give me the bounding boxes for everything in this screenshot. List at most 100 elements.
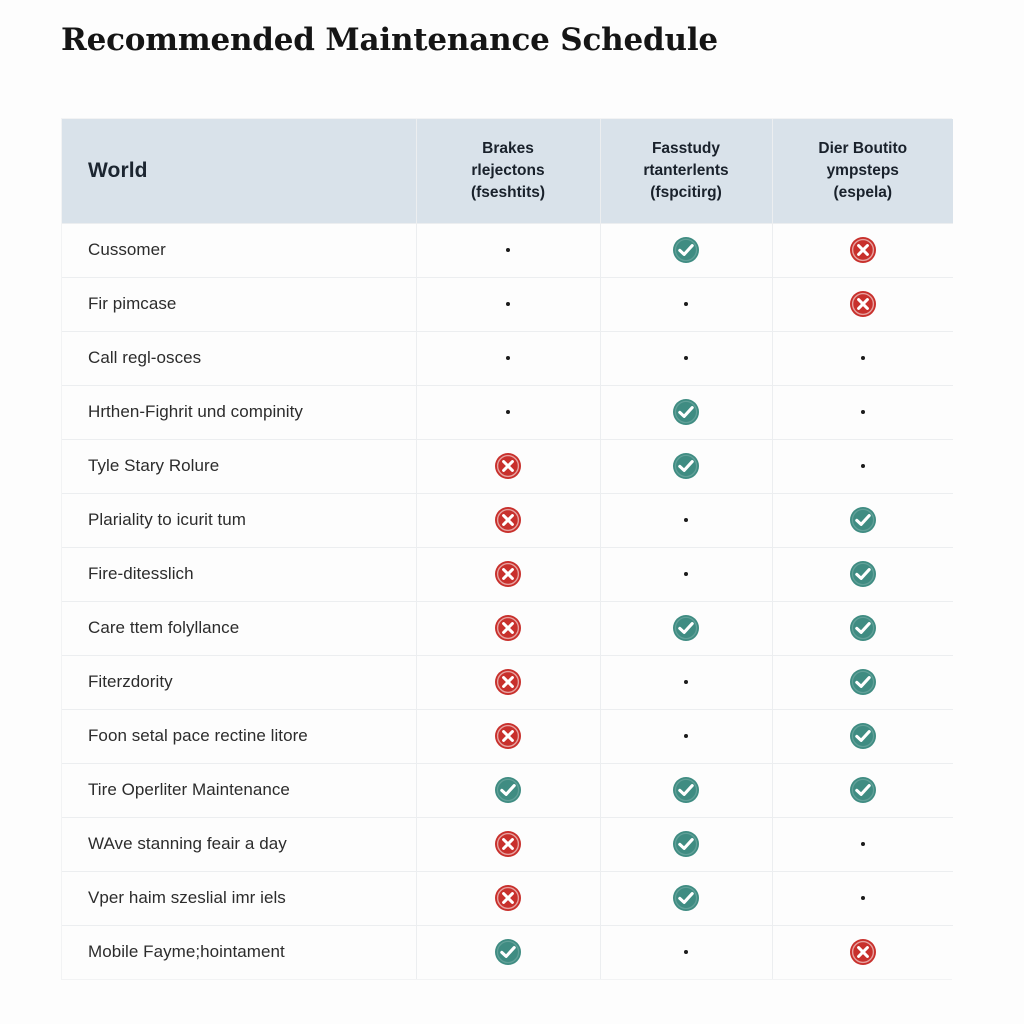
- cell-dier-boutito[interactable]: [772, 817, 953, 872]
- table-row[interactable]: WAve stanning feair a day: [62, 817, 953, 872]
- cell-fasstudy[interactable]: [600, 655, 773, 710]
- row-label: Foon setal pace rectine litore: [62, 709, 417, 764]
- cell-fasstudy[interactable]: [600, 709, 773, 764]
- cell-dier-boutito[interactable]: [772, 709, 953, 764]
- cell-dier-boutito[interactable]: [772, 601, 953, 656]
- row-label: WAve stanning feair a day: [62, 817, 417, 872]
- row-label: Vper haim szeslial imr iels: [62, 871, 417, 926]
- column-header-dier-boutito[interactable]: Dier Boutito ympsteps (espela): [772, 119, 953, 224]
- cell-brakes[interactable]: [416, 601, 601, 656]
- cell-dier-boutito[interactable]: [772, 547, 953, 602]
- cell-brakes[interactable]: [416, 493, 601, 548]
- table-row[interactable]: Cussomer: [62, 223, 953, 278]
- dot-glyph: [860, 355, 865, 360]
- check-circle-icon: [672, 398, 700, 426]
- check-circle-icon: [849, 560, 877, 588]
- cell-fasstudy[interactable]: [600, 331, 773, 386]
- cell-dier-boutito[interactable]: [772, 925, 953, 979]
- page-title: Recommended Maintenance Schedule: [61, 22, 718, 58]
- cross-circle-icon: [494, 884, 522, 912]
- dot-glyph: [860, 463, 865, 468]
- column-header-fasstudy[interactable]: Fasstudy rtanterlents (fspcitirg): [600, 119, 773, 224]
- cell-brakes[interactable]: [416, 871, 601, 926]
- check-circle-icon: [672, 236, 700, 264]
- dot-glyph: [684, 733, 688, 738]
- dot-glyph: [684, 517, 688, 522]
- check-circle-icon: [849, 506, 877, 534]
- column-header-world[interactable]: World: [62, 119, 417, 224]
- cell-fasstudy[interactable]: [600, 385, 773, 440]
- column-header-fasstudy-line-1: Fasstudy: [651, 139, 721, 157]
- column-header-brakes-line-3: (fseshtits): [470, 183, 546, 201]
- column-header-brakes-line-2: rlejectons: [471, 161, 545, 179]
- table-row[interactable]: Fir pimcase: [62, 277, 953, 332]
- cell-fasstudy[interactable]: [600, 601, 773, 656]
- cell-fasstudy[interactable]: [600, 871, 773, 926]
- table-row[interactable]: Care ttem folyllance: [62, 601, 953, 656]
- cell-fasstudy[interactable]: [600, 223, 773, 278]
- dot-glyph: [684, 950, 688, 955]
- cell-brakes[interactable]: [416, 331, 601, 386]
- row-label: Tyle Stary Rolure: [62, 439, 417, 494]
- dot-icon: [860, 463, 865, 468]
- cell-dier-boutito[interactable]: [772, 385, 953, 440]
- row-label: Mobile Fayme;hointament: [62, 925, 417, 979]
- column-header-dier-boutito-line-1: Dier Boutito: [818, 139, 908, 157]
- cross-circle-icon: [849, 938, 877, 966]
- cell-fasstudy[interactable]: [600, 763, 773, 818]
- dot-icon: [506, 301, 510, 306]
- table-row[interactable]: Tyle Stary Rolure: [62, 439, 953, 494]
- row-label: Care ttem folyllance: [62, 601, 417, 656]
- dot-icon: [506, 355, 510, 360]
- dot-glyph: [860, 841, 865, 846]
- cell-dier-boutito[interactable]: [772, 331, 953, 386]
- cell-brakes[interactable]: [416, 385, 601, 440]
- cell-fasstudy[interactable]: [600, 493, 773, 548]
- cell-brakes[interactable]: [416, 439, 601, 494]
- cell-fasstudy[interactable]: [600, 439, 773, 494]
- table-header: World Brakes rlejectons (fseshtits) Fass…: [62, 119, 953, 224]
- maintenance-schedule-table: World Brakes rlejectons (fseshtits) Fass…: [62, 119, 953, 979]
- cell-brakes[interactable]: [416, 223, 601, 278]
- cell-fasstudy[interactable]: [600, 925, 773, 979]
- table-row[interactable]: Vper haim szeslial imr iels: [62, 871, 953, 926]
- cell-dier-boutito[interactable]: [772, 277, 953, 332]
- row-label: Fir pimcase: [62, 277, 417, 332]
- cell-dier-boutito[interactable]: [772, 223, 953, 278]
- column-header-fasstudy-line-2: rtanterlents: [643, 161, 729, 179]
- cell-brakes[interactable]: [416, 709, 601, 764]
- schedule-page: Recommended Maintenance Schedule World B…: [0, 0, 1024, 1024]
- check-circle-icon: [849, 722, 877, 750]
- dot-glyph: [506, 409, 510, 414]
- table-row[interactable]: Foon setal pace rectine litore: [62, 709, 953, 764]
- cell-fasstudy[interactable]: [600, 277, 773, 332]
- table-row[interactable]: Fiterzdority: [62, 655, 953, 710]
- cell-dier-boutito[interactable]: [772, 439, 953, 494]
- table-row[interactable]: Call regl-osces: [62, 331, 953, 386]
- cell-brakes[interactable]: [416, 817, 601, 872]
- cell-fasstudy[interactable]: [600, 817, 773, 872]
- table-row[interactable]: Fire-ditesslich: [62, 547, 953, 602]
- cell-brakes[interactable]: [416, 925, 601, 979]
- dot-icon: [684, 733, 688, 738]
- cell-brakes[interactable]: [416, 277, 601, 332]
- table-row[interactable]: Plariality to icurit tum: [62, 493, 953, 548]
- cross-circle-icon: [494, 668, 522, 696]
- cell-dier-boutito[interactable]: [772, 655, 953, 710]
- column-header-brakes[interactable]: Brakes rlejectons (fseshtits): [416, 119, 601, 224]
- dot-glyph: [684, 571, 688, 576]
- cell-dier-boutito[interactable]: [772, 493, 953, 548]
- cell-dier-boutito[interactable]: [772, 763, 953, 818]
- cell-brakes[interactable]: [416, 763, 601, 818]
- maintenance-schedule-table-wrapper: World Brakes rlejectons (fseshtits) Fass…: [61, 118, 953, 980]
- cell-brakes[interactable]: [416, 547, 601, 602]
- table-row[interactable]: Hrthen-Fighrit und compinity: [62, 385, 953, 440]
- row-label: Tire Operliter Maintenance: [62, 763, 417, 818]
- row-label: Fiterzdority: [62, 655, 417, 710]
- table-row[interactable]: Tire Operliter Maintenance: [62, 763, 953, 818]
- cell-fasstudy[interactable]: [600, 547, 773, 602]
- cell-brakes[interactable]: [416, 655, 601, 710]
- cell-dier-boutito[interactable]: [772, 871, 953, 926]
- table-row[interactable]: Mobile Fayme;hointament: [62, 925, 953, 979]
- dot-icon: [684, 517, 688, 522]
